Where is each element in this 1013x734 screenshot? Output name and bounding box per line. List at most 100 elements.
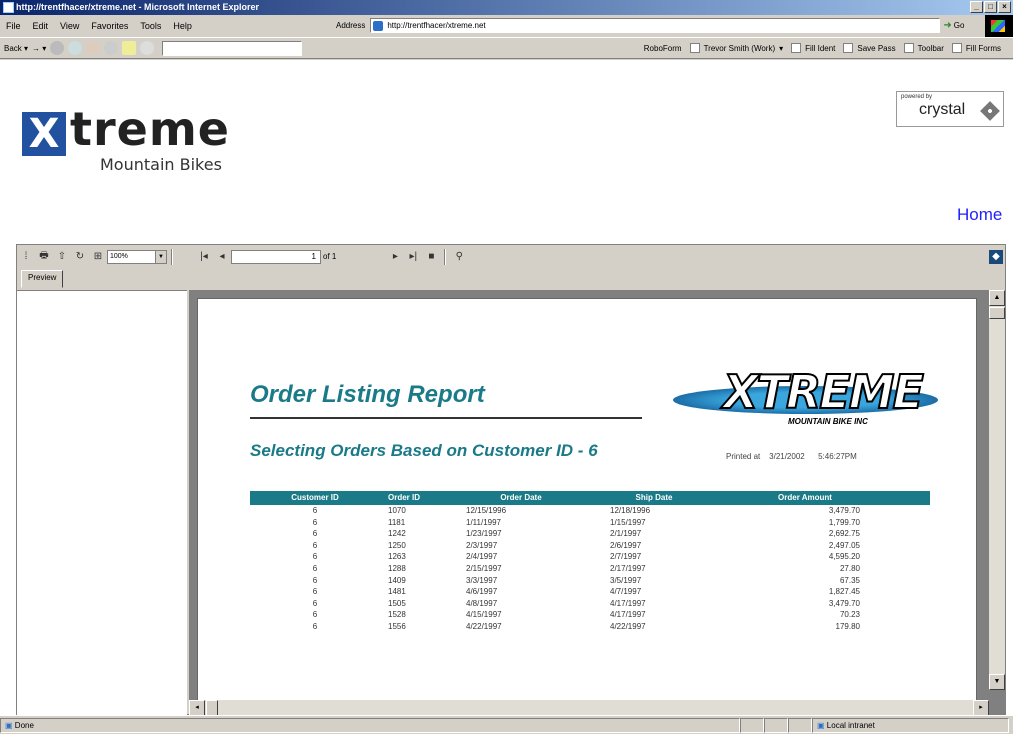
search-field[interactable] bbox=[162, 40, 303, 56]
group-tree-panel bbox=[17, 290, 187, 715]
vertical-scrollbar[interactable]: ▲ ▼ bbox=[989, 290, 1005, 690]
table-cell: 6 bbox=[312, 598, 318, 608]
dropdown-arrow-icon: ▾ bbox=[779, 43, 784, 53]
menu-tools[interactable]: Tools bbox=[134, 21, 167, 31]
standard-toolbar: Back ▾ → ▾ RoboForm Trevor Smith (Work) … bbox=[0, 37, 1013, 59]
address-input[interactable]: http://trentfhacer/xtreme.net bbox=[370, 18, 941, 33]
export-icon[interactable]: ⇧ bbox=[55, 250, 69, 264]
logo-inc: MOUNTAIN BIKE INC bbox=[788, 417, 868, 426]
table-body: 6 1070 12/15/1996 12/18/1996 3,479.70 6 1181 1/… bbox=[250, 505, 930, 633]
table-row: 6 1242 1/23/1997 2/1/1997 2,692.75 bbox=[250, 528, 930, 540]
identity-select[interactable]: Trevor Smith (Work) bbox=[702, 44, 778, 53]
table-row: 6 1250 2/3/1997 2/6/1997 2,497.05 bbox=[250, 540, 930, 552]
table-cell: 6 bbox=[312, 552, 318, 562]
scroll-up-button[interactable]: ▲ bbox=[989, 290, 1005, 306]
scroll-right-button[interactable]: ▸ bbox=[973, 700, 989, 715]
printed-time: 5:46:27PM bbox=[818, 452, 857, 461]
maximize-button[interactable]: □ bbox=[984, 1, 997, 13]
save-pass-button[interactable]: Save Pass bbox=[855, 44, 897, 53]
viewer-toolbar: ⁞ 🖶 ⇧ ↻ ⊞ 100% ▼ |◂ ◂ 1 of 1 ▸ ▸| ■ ⚲ ◆ bbox=[17, 245, 1007, 268]
table-cell: 2/7/1997 bbox=[610, 552, 642, 562]
menu-edit[interactable]: Edit bbox=[27, 21, 55, 31]
page-icon bbox=[373, 21, 384, 31]
table-row: 6 1505 4/8/1997 4/17/1997 3,479.70 bbox=[250, 598, 930, 610]
menu-help[interactable]: Help bbox=[167, 21, 198, 31]
forward-button[interactable]: → ▾ bbox=[30, 44, 48, 53]
table-cell: 6 bbox=[312, 506, 318, 515]
table-cell: 1/15/1997 bbox=[610, 517, 646, 527]
save-pass-icon bbox=[843, 43, 854, 53]
printed-at: Printed at 3/21/2002 5:46:27PM bbox=[726, 452, 857, 461]
tab-preview[interactable]: Preview bbox=[21, 270, 64, 288]
browser-window: http://trentfhacer/xtreme.net - Microsof… bbox=[0, 0, 1013, 734]
home-link[interactable]: Home bbox=[957, 205, 1002, 225]
table-cell: 4/22/1997 bbox=[466, 621, 502, 631]
status-pane bbox=[788, 717, 812, 733]
menu-file[interactable]: File bbox=[0, 21, 27, 31]
menu-favorites[interactable]: Favorites bbox=[85, 21, 134, 31]
page-of-label: of 1 bbox=[323, 252, 337, 261]
table-cell: 1/23/1997 bbox=[466, 529, 502, 539]
roboform-menu[interactable]: RoboForm bbox=[642, 44, 684, 53]
go-button[interactable]: ➜ Go bbox=[943, 18, 964, 33]
table-cell: 2/6/1997 bbox=[610, 540, 642, 550]
table-cell: 1242 bbox=[388, 529, 406, 539]
prev-page-icon[interactable]: ◂ bbox=[215, 250, 229, 264]
report-page: XTREME MOUNTAIN BIKE INC Order Listing R… bbox=[197, 298, 977, 715]
back-button[interactable]: Back ▾ bbox=[0, 44, 30, 53]
table-cell: 4/17/1997 bbox=[610, 598, 646, 608]
print-icon[interactable]: 🖶 bbox=[37, 250, 51, 264]
next-page-icon[interactable]: ▸ bbox=[388, 250, 402, 264]
table-row: 6 1288 2/15/1997 2/17/1997 27.80 bbox=[250, 563, 930, 575]
table-cell: 2,497.05 bbox=[828, 540, 860, 550]
logo-text: XTREME bbox=[722, 364, 925, 420]
group-tree-icon[interactable]: ⊞ bbox=[91, 250, 105, 264]
table-cell: 6 bbox=[312, 575, 318, 585]
table-row: 6 1528 4/15/1997 4/17/1997 70.23 bbox=[250, 609, 930, 621]
report-viewer: ⁞ 🖶 ⇧ ↻ ⊞ 100% ▼ |◂ ◂ 1 of 1 ▸ ▸| ■ ⚲ ◆ … bbox=[16, 244, 1006, 715]
scroll-left-button[interactable]: ◂ bbox=[189, 700, 205, 715]
close-button[interactable]: × bbox=[998, 1, 1011, 13]
fill-ident-button[interactable]: Fill Ident bbox=[803, 44, 837, 53]
zoom-value: 100% bbox=[110, 252, 128, 260]
first-page-icon[interactable]: |◂ bbox=[197, 250, 211, 264]
viewer-tabs: Preview bbox=[21, 270, 64, 288]
table-cell: 4/15/1997 bbox=[466, 610, 502, 620]
toolbar-button[interactable]: Toolbar bbox=[916, 44, 946, 53]
scroll-down-button[interactable]: ▼ bbox=[989, 674, 1005, 690]
table-cell: 1070 bbox=[388, 506, 406, 515]
history-icon[interactable] bbox=[140, 41, 155, 55]
grip-icon: ⁞ bbox=[24, 251, 28, 262]
menu-view[interactable]: View bbox=[54, 21, 85, 31]
table-cell: 1481 bbox=[388, 587, 406, 597]
xtreme-logo: X treme Mountain Bikes bbox=[22, 100, 322, 220]
table-cell: 6 bbox=[312, 587, 318, 597]
binoculars-icon[interactable]: ⚲ bbox=[452, 250, 466, 264]
scroll-thumb[interactable] bbox=[989, 307, 1005, 319]
home-icon[interactable] bbox=[86, 41, 101, 55]
report-title: Order Listing Report bbox=[250, 381, 485, 408]
hscroll-thumb[interactable] bbox=[206, 700, 218, 715]
table-cell: 3,479.70 bbox=[828, 506, 860, 515]
fill-forms-button[interactable]: Fill Forms bbox=[964, 44, 1013, 53]
crystal-gem-icon bbox=[980, 101, 1000, 121]
page-number-input[interactable]: 1 bbox=[231, 249, 321, 264]
table-cell: 1,827.45 bbox=[828, 587, 860, 597]
last-page-icon[interactable]: ▸| bbox=[406, 250, 420, 264]
favorites-icon[interactable] bbox=[122, 41, 137, 55]
table-cell: 2/1/1997 bbox=[610, 529, 642, 539]
table-cell: 27.80 bbox=[839, 563, 860, 573]
minimize-button[interactable]: _ bbox=[970, 1, 983, 13]
table-row: 6 1070 12/15/1996 12/18/1996 3,479.70 bbox=[250, 505, 930, 517]
stop-load-icon[interactable]: ■ bbox=[424, 250, 438, 264]
refresh-icon[interactable] bbox=[68, 41, 83, 55]
table-cell: 1/11/1997 bbox=[466, 517, 501, 527]
toolbar-separator bbox=[444, 248, 447, 265]
address-bar: Address http://trentfhacer/xtreme.net ➜ … bbox=[334, 18, 964, 33]
stop-icon[interactable] bbox=[50, 41, 65, 55]
search-icon[interactable] bbox=[104, 41, 119, 55]
horizontal-scrollbar[interactable]: ◂ ▸ bbox=[189, 700, 989, 715]
logo-subtitle: Mountain Bikes bbox=[100, 155, 222, 174]
zoom-select[interactable]: 100% ▼ bbox=[107, 249, 167, 264]
refresh-report-icon[interactable]: ↻ bbox=[73, 250, 87, 264]
